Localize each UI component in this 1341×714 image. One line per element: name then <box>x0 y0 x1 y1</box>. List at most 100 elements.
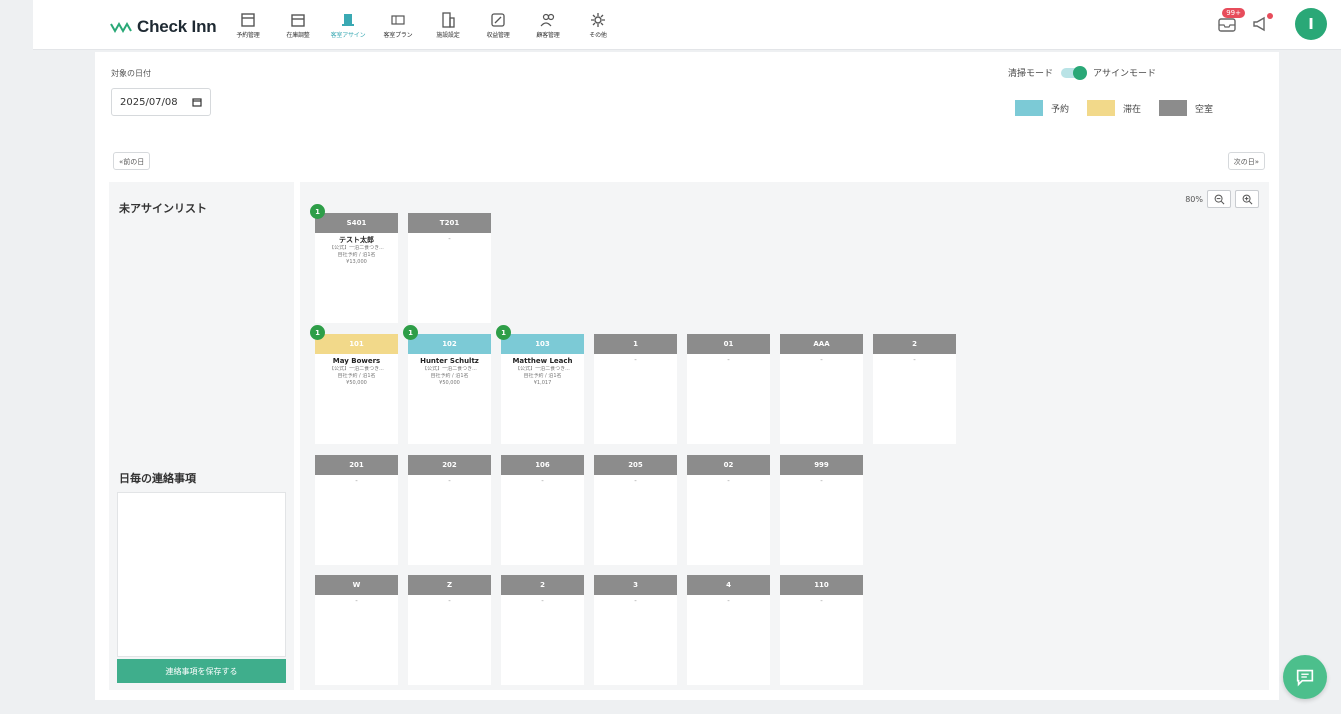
reservation-info[interactable]: May Bowers 【公式】一泊二食つき... 自社予約 / 泊1名 ¥50,000 <box>315 354 398 387</box>
app-logo[interactable]: Check Inn <box>110 17 217 37</box>
room-number: Z <box>408 575 491 595</box>
room-number: 201 <box>315 455 398 475</box>
room-number: 106 <box>501 455 584 475</box>
room-empty-indicator: - <box>448 477 451 485</box>
nav-other[interactable]: その他 <box>573 12 623 42</box>
room-empty-indicator: - <box>727 477 730 485</box>
reservation-info[interactable]: Matthew Leach 【公式】一泊二食つき... 自社予約 / 泊1名 ¥1,0… <box>501 354 584 387</box>
nav-label: 在庫調整 <box>286 32 310 39</box>
reservation-info[interactable]: Hunter Schultz 【公式】一泊二食つき... 自社予約 / 泊1名 ¥50… <box>408 354 491 387</box>
nav-inventory[interactable]: 在庫調整 <box>273 12 323 42</box>
room-card[interactable]: 205 - <box>594 455 677 565</box>
room-card[interactable]: 3- <box>594 575 677 685</box>
room-card[interactable]: 202 - <box>408 455 491 565</box>
user-avatar[interactable]: I <box>1295 8 1327 40</box>
prev-day-button[interactable]: «前の日 <box>113 152 151 170</box>
plan-name: 【公式】一泊二食つき... <box>329 245 384 251</box>
header-actions: 99+ I <box>1215 8 1327 40</box>
chat-icon <box>1296 669 1314 687</box>
room-empty-indicator: - <box>727 597 730 605</box>
room-card[interactable]: 201 - <box>315 455 398 565</box>
room-assign-icon <box>342 14 354 26</box>
nav-label: その他 <box>589 32 607 39</box>
room-card[interactable]: T201 - <box>408 213 491 323</box>
room-card[interactable]: 02 - <box>687 455 770 565</box>
room-grid: 80% S401 テスト太郎 【公式】一泊二食つき... 自社予約 / 泊1名 ¥13,… <box>300 182 1269 690</box>
legend-label: 滞在 <box>1123 104 1142 115</box>
room-number: 103 <box>501 334 584 354</box>
room-empty-indicator: - <box>448 235 451 243</box>
room-card[interactable]: Z- <box>408 575 491 685</box>
calendar-icon <box>192 98 202 107</box>
booking-source: 自社予約 / 泊1名 <box>430 373 469 379</box>
chat-support-button[interactable] <box>1283 655 1327 699</box>
nav-revenue[interactable]: 収益管理 <box>473 12 523 42</box>
mode-toggle[interactable]: 清掃モード アサインモード <box>1008 65 1156 80</box>
room-number: 1 <box>594 334 677 354</box>
room-card[interactable]: 1- <box>594 334 677 444</box>
logo-wave-icon <box>110 21 132 33</box>
room-card[interactable]: 999 - <box>780 455 863 565</box>
room-number: AAA <box>780 334 863 354</box>
plan-name: 【公式】一泊二食つき... <box>422 366 477 372</box>
room-number: 3 <box>594 575 677 595</box>
zoom-level: 80% <box>1185 194 1203 204</box>
nav-label: 客室アサイン <box>330 32 366 39</box>
room-card[interactable]: S401 テスト太郎 【公式】一泊二食つき... 自社予約 / 泊1名 ¥13,000 1 <box>310 204 398 323</box>
nav-facility-settings[interactable]: 施設設定 <box>423 12 473 42</box>
next-day-button[interactable]: 次の日» <box>1227 152 1265 170</box>
room-card[interactable]: 103 Matthew Leach 【公式】一泊二食つき... 自社予約 / 泊1名 ¥… <box>496 325 584 444</box>
nav-customers[interactable]: 顧客管理 <box>523 12 573 42</box>
room-number: T201 <box>408 213 491 233</box>
room-card[interactable]: 106 - <box>501 455 584 565</box>
room-number: 01 <box>687 334 770 354</box>
zoom-in-button[interactable] <box>1235 190 1259 208</box>
room-card[interactable]: AAA - <box>780 334 863 444</box>
notifications-button[interactable]: 99+ <box>1215 8 1245 36</box>
legend-vacant: 空室 <box>1159 100 1213 116</box>
room-empty-indicator: - <box>634 477 637 485</box>
room-empty-indicator: - <box>634 356 637 364</box>
room-assign-panel: 対象の日付 2025/07/08 清掃モード アサインモード 予約 滞在 空室 … <box>95 52 1279 700</box>
calendar-icon <box>241 13 255 27</box>
zoom-out-button[interactable] <box>1207 190 1231 208</box>
nav-label: 施設設定 <box>436 32 460 39</box>
legend-swatch-staying <box>1087 100 1116 116</box>
room-card[interactable]: 01 - <box>687 334 770 444</box>
nav-room-assign[interactable]: 客室アサイン <box>323 12 373 42</box>
daily-notes-textarea[interactable] <box>117 492 286 657</box>
guest-name: May Bowers <box>332 357 381 365</box>
room-card[interactable]: 2- <box>501 575 584 685</box>
gear-icon <box>591 13 605 27</box>
booking-source: 自社予約 / 泊1名 <box>523 373 562 379</box>
reservation-info[interactable]: テスト太郎 【公式】一泊二食つき... 自社予約 / 泊1名 ¥13,000 <box>315 233 398 266</box>
cleaning-mode-label: 清掃モード <box>1008 69 1054 79</box>
mode-toggle-switch[interactable] <box>1061 65 1088 80</box>
room-card[interactable]: 102 Hunter Schultz 【公式】一泊二食つき... 自社予約 / 泊1名… <box>403 325 491 444</box>
room-card[interactable]: 2- <box>873 334 956 444</box>
room-number: W <box>315 575 398 595</box>
room-number: 2 <box>873 334 956 354</box>
legend-label: 予約 <box>1051 104 1070 115</box>
room-card[interactable]: 101 May Bowers 【公式】一泊二食つき... 自社予約 / 泊1名 ¥50,… <box>310 325 398 444</box>
room-card[interactable]: W- <box>315 575 398 685</box>
room-empty-indicator: - <box>541 477 544 485</box>
announcements-button[interactable] <box>1249 12 1273 36</box>
room-number: 4 <box>687 575 770 595</box>
zoom-out-icon <box>1214 194 1224 204</box>
left-panel: 未アサインリスト 日毎の連絡事項 連絡事項を保存する <box>109 182 294 690</box>
legend-staying: 滞在 <box>1087 100 1141 116</box>
main-nav: 予約管理 在庫調整 客室アサイン 客室プラン 施設設定 収益管理 顧客管理 その… <box>223 12 623 42</box>
status-legend: 予約 滞在 空室 <box>1015 100 1231 116</box>
nav-room-plan[interactable]: 客室プラン <box>373 12 423 42</box>
room-card[interactable]: 4- <box>687 575 770 685</box>
save-notes-button[interactable]: 連絡事項を保存する <box>117 659 286 683</box>
legend-swatch-reserved <box>1015 100 1043 116</box>
guest-name: Hunter Schultz <box>420 357 479 365</box>
date-picker[interactable]: 2025/07/08 <box>111 88 211 116</box>
legend-reserved: 予約 <box>1015 100 1069 116</box>
plan-name: 【公式】一泊二食つき... <box>515 366 570 372</box>
nav-reservations[interactable]: 予約管理 <box>223 12 273 42</box>
guest-count-badge: 1 <box>310 204 325 219</box>
room-card[interactable]: 110 - <box>780 575 863 685</box>
